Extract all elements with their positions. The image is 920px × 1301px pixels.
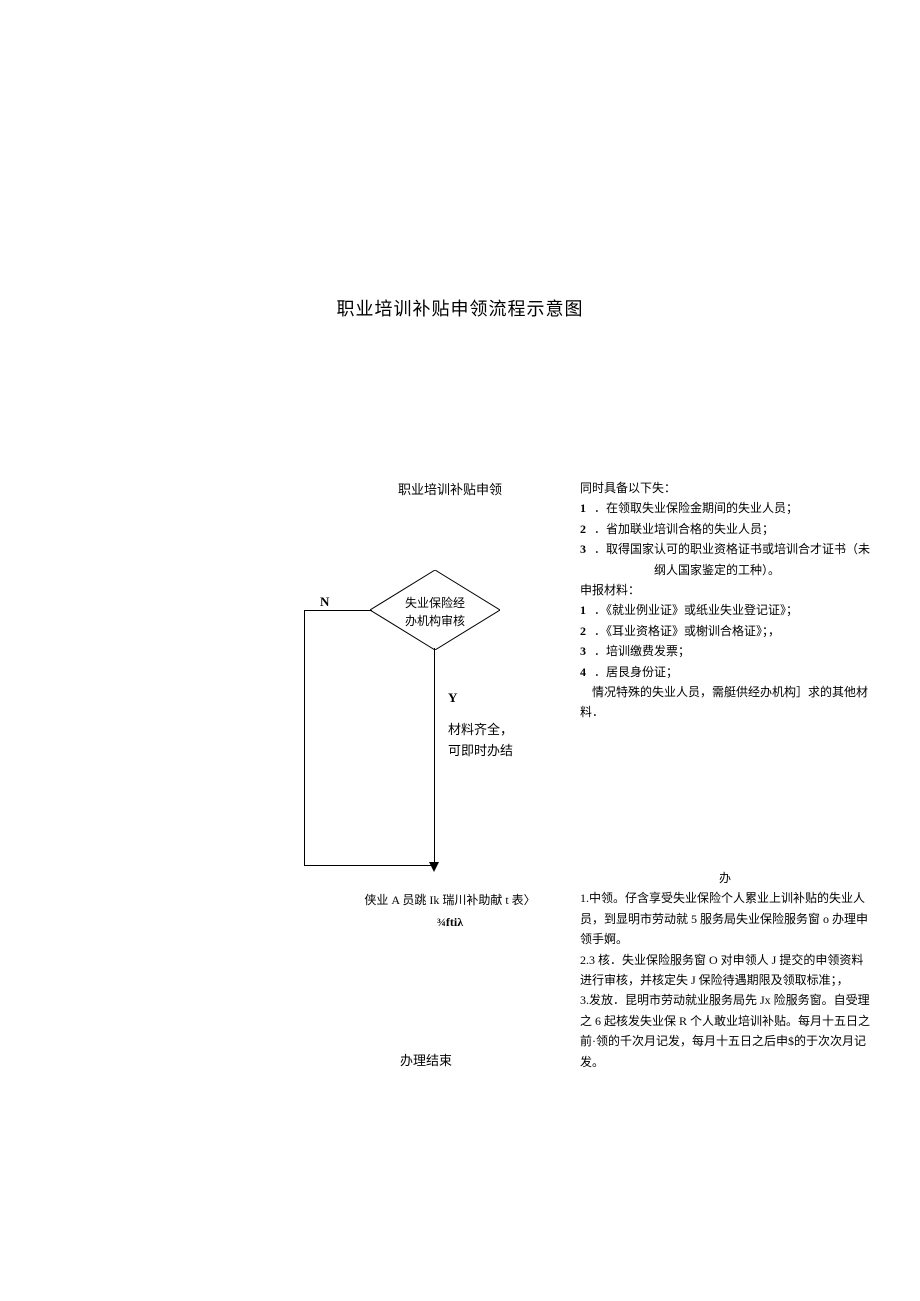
material-item: 1．《就业例业证》或纸业失业登记证》； (580, 600, 870, 620)
item-text: ．在领取失业保险金期间的失业人员； (594, 498, 870, 518)
material-complete-note: 材料齐全， 可即时办结 (448, 720, 513, 762)
decision-text: 失业保险经办机构审核 (380, 594, 490, 630)
item-num: 2 (580, 519, 594, 539)
process-step: 2.3 核．失业保险服务窗 O 对申领人 J 提交的申领资料进行审核，并核定失 … (580, 950, 870, 991)
item-num: 4 (580, 662, 594, 682)
material-line2: 可即时办结 (448, 741, 513, 762)
page-title: 职业培训补贴申领流程示意图 (0, 295, 920, 321)
no-branch-label: N (320, 594, 329, 610)
material-item: 3．培训缴费发票； (580, 641, 870, 661)
decision-line: 失业保险经办机构审核 (405, 596, 465, 628)
condition-item: 3．取得国家认可的职业资格证书或培训合才证书（未纲人国家鉴定的工种）。 (580, 539, 870, 580)
condition-item: 2．省加联业培训合格的失业人员； (580, 519, 870, 539)
item-text: ．《耳业资格证》或榭训合格证》；， (594, 621, 870, 641)
materials-heading: 申报材料： (580, 580, 870, 600)
conditions-block: 同时具备以下失： 1．在领取失业保险金期间的失业人员； 2．省加联业培训合格的失… (580, 478, 870, 723)
form-line1: 侠业 A 员跳 Ik 瑞川补助献 t 表〉 (340, 890, 560, 912)
special-note: 情况特殊的失业人员，需艇供经办机构］求的其他材料． (580, 682, 870, 723)
process-heading: 办 (580, 868, 870, 888)
material-item: 2．《耳业资格证》或榭训合格证》；， (580, 621, 870, 641)
yes-branch-line (434, 648, 435, 868)
arrow-down-icon (429, 862, 439, 872)
item-num: 3 (580, 641, 594, 661)
condition-item: 1．在领取失业保险金期间的失业人员； (580, 498, 870, 518)
material-line1: 材料齐全， (448, 720, 513, 741)
process-step: 3.发放．昆明市劳动就业服务局先 Jx 险服务窗。自受理之 6 起核发失业保 R… (580, 990, 870, 1072)
conditions-heading: 同时具备以下失： (580, 478, 870, 498)
no-branch-line-h2 (304, 865, 434, 866)
process-step: 1.中领。仔含享受失业保险个人累业上训补贴的失业人员，到显明市劳动就 5 服务局… (580, 888, 870, 949)
form-node: 侠业 A 员跳 Ik 瑞川补助献 t 表〉 ¾ftiλ (340, 890, 560, 933)
process-block: 办 1.中领。仔含享受失业保险个人累业上训补贴的失业人员，到显明市劳动就 5 服… (580, 868, 870, 1072)
item-text: ．省加联业培训合格的失业人员； (594, 519, 870, 539)
no-branch-line-h (304, 610, 372, 611)
no-branch-line-v (304, 610, 305, 865)
item-text: ．培训缴费发票； (594, 641, 870, 661)
material-item: 4．居艮身份证； (580, 662, 870, 682)
item-num: 1 (580, 498, 594, 518)
flow-start-node: 职业培训补贴申领 (360, 479, 540, 498)
item-text: ．居艮身份证； (594, 662, 870, 682)
item-num: 1 (580, 600, 594, 620)
item-text: ．取得国家认可的职业资格证书或培训合才证书（未纲人国家鉴定的工种）。 (594, 539, 870, 580)
item-num: 2 (580, 621, 594, 641)
item-num: 3 (580, 539, 594, 580)
flow-end-node: 办理结束 (400, 1050, 452, 1069)
yes-branch-label: Y (448, 690, 457, 706)
form-line2: ¾ftiλ (340, 912, 560, 934)
item-text: ．《就业例业证》或纸业失业登记证》； (594, 600, 870, 620)
